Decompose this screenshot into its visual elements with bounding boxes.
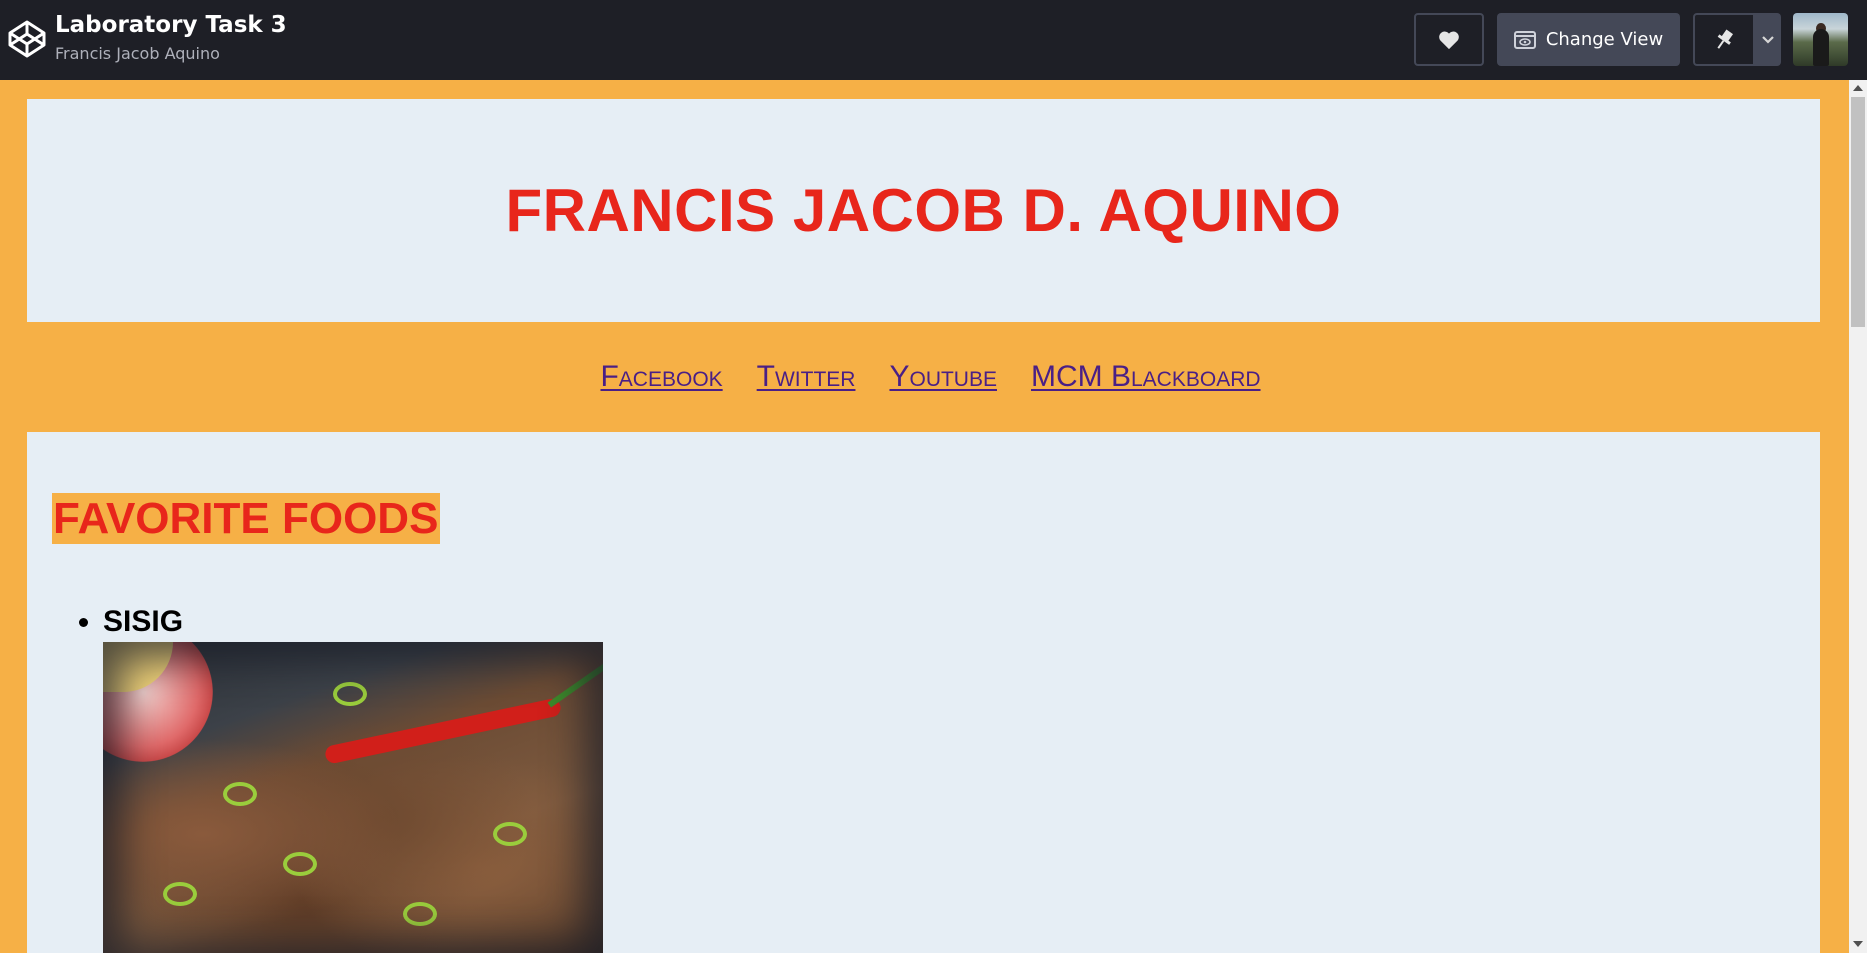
list-item: SISIG — [103, 604, 603, 953]
section-title: FAVORITE FOODS — [52, 493, 441, 544]
page-header: FRANCIS JACOB D. AQUINO — [27, 99, 1820, 322]
nav-link-facebook[interactable]: Facebook — [600, 360, 722, 394]
codepen-logo-icon[interactable] — [7, 19, 47, 59]
content-section: FAVORITE FOODS SISIG — [27, 432, 1820, 953]
pen-author[interactable]: Francis Jacob Aquino — [55, 44, 220, 63]
pin-button[interactable] — [1693, 13, 1755, 66]
pen-preview: FRANCIS JACOB D. AQUINO Facebook Twitter… — [0, 80, 1849, 953]
scroll-down-arrow-icon[interactable] — [1853, 941, 1863, 947]
pen-title[interactable]: Laboratory Task 3 — [55, 12, 287, 38]
sisig-image — [103, 642, 603, 953]
page-title: FRANCIS JACOB D. AQUINO — [505, 177, 1342, 244]
chevron-down-icon — [1762, 35, 1774, 44]
nav-link-twitter[interactable]: Twitter — [757, 360, 856, 394]
love-button[interactable] — [1414, 13, 1484, 66]
avatar-figure — [1813, 29, 1829, 66]
social-nav: Facebook Twitter Youtube MCM Blackboard — [0, 322, 1849, 432]
pin-icon — [1717, 29, 1734, 49]
change-view-label: Change View — [1545, 29, 1664, 50]
nav-link-mcm-blackboard[interactable]: MCM Blackboard — [1031, 360, 1261, 394]
view-icon — [1513, 30, 1536, 49]
scrollbar-thumb[interactable] — [1851, 97, 1865, 327]
pin-options-dropdown[interactable] — [1755, 13, 1781, 66]
heart-icon — [1439, 31, 1459, 49]
codepen-header: Laboratory Task 3 Francis Jacob Aquino C… — [0, 0, 1867, 80]
food-name: SISIG — [103, 605, 184, 638]
food-list: SISIG — [75, 604, 603, 953]
scroll-up-arrow-icon[interactable] — [1853, 85, 1863, 91]
nav-link-youtube[interactable]: Youtube — [889, 360, 997, 394]
user-avatar[interactable] — [1793, 13, 1848, 66]
change-view-button[interactable]: Change View — [1497, 13, 1680, 66]
plate-shadow — [103, 642, 603, 953]
